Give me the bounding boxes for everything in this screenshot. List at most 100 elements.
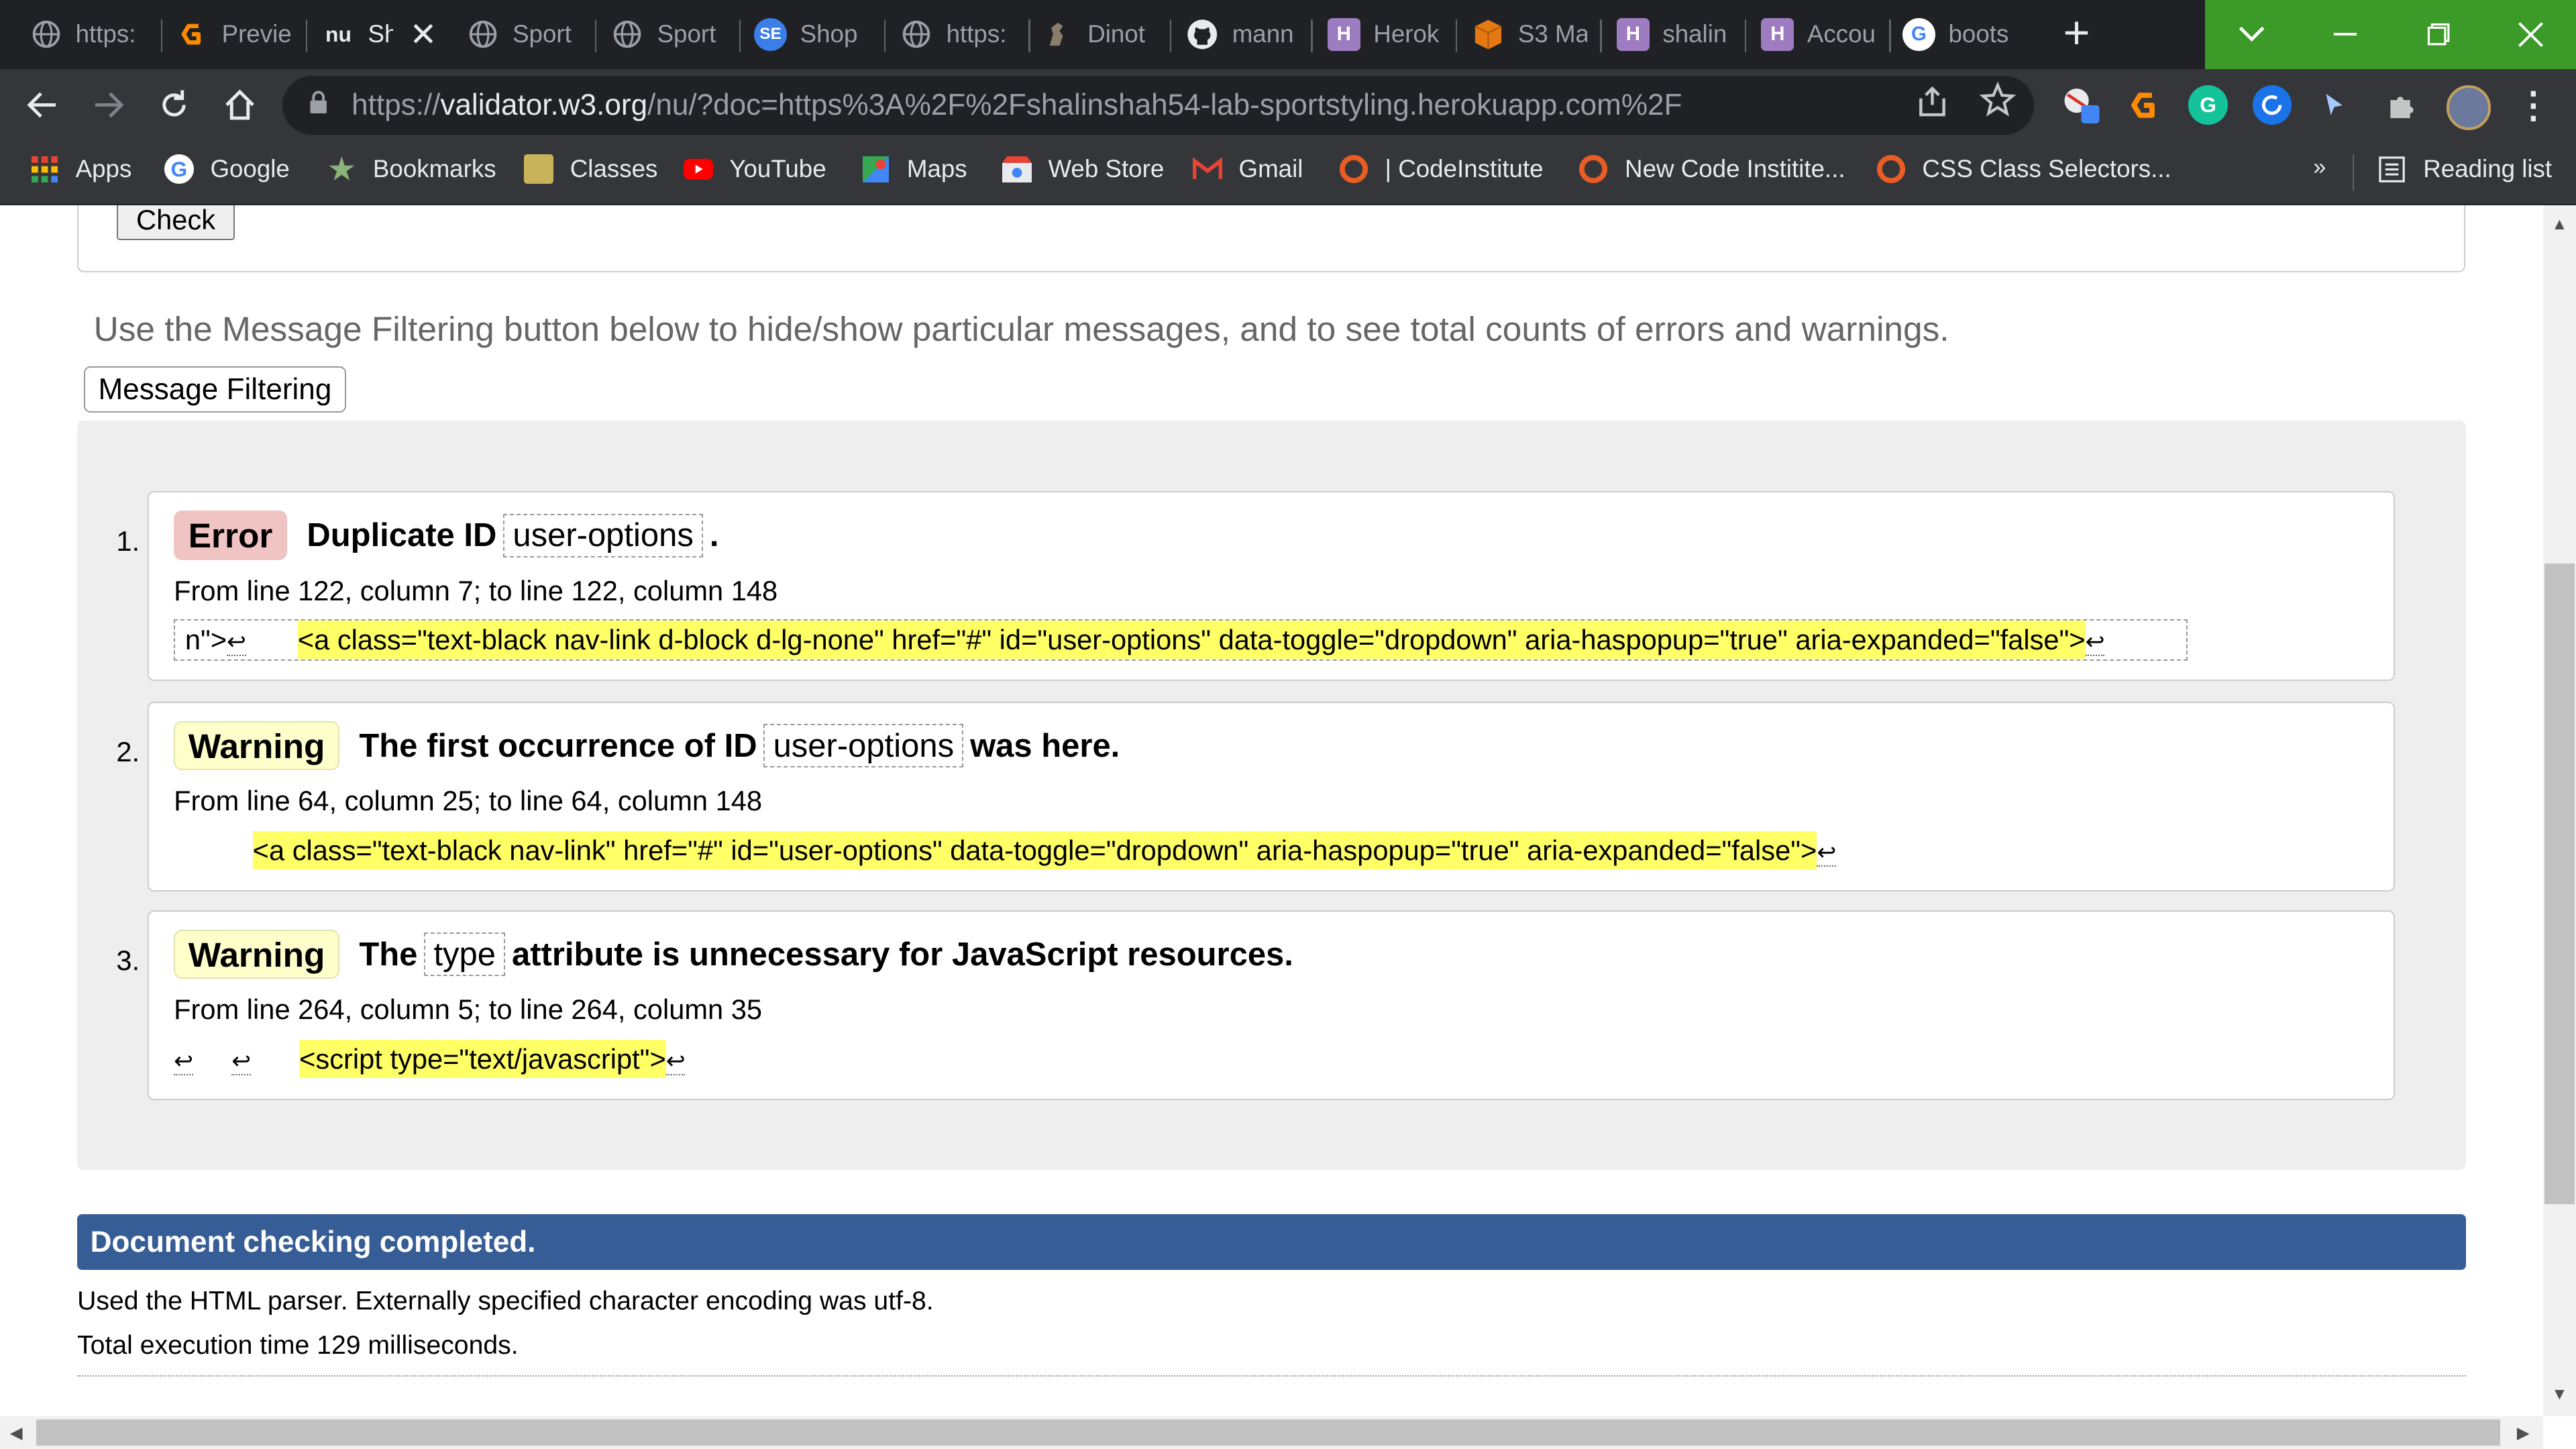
bookmarks-overflow-button[interactable]: » (2313, 154, 2326, 180)
google-icon: G (164, 154, 194, 184)
bookmark-star-icon[interactable] (1979, 81, 2017, 127)
bookmark-classes[interactable]: Classes (524, 154, 657, 184)
tab-1[interactable]: https: (30, 7, 144, 62)
refresh-extension-icon[interactable] (2252, 85, 2292, 125)
message-text: The first occurrence of ID (359, 727, 757, 764)
filter-help-text: Use the Message Filtering button below t… (93, 309, 1949, 349)
reload-button[interactable] (151, 82, 197, 128)
code-extract: n">↩ <a class="text-black nav-link d-blo… (174, 619, 2188, 661)
menu-kebab-icon[interactable]: ⋮ (2514, 85, 2553, 125)
close-window-button[interactable] (2485, 0, 2576, 69)
url-text[interactable]: https://validator.w3.org/nu/?doc=https%3… (352, 89, 1682, 122)
tab-title: https: (75, 20, 136, 48)
checking-completed-banner: Document checking completed. (77, 1214, 2466, 1271)
scroll-down-arrow-icon[interactable]: ▼ (2551, 1385, 2567, 1404)
tab-separator (1889, 19, 1891, 53)
shop-icon: SE (754, 17, 788, 51)
extensions-puzzle-icon[interactable] (2382, 85, 2422, 125)
tab-11[interactable]: S3 Ma (1472, 7, 1587, 62)
new-tab-button[interactable]: + (2052, 9, 2101, 59)
close-icon (2518, 21, 2544, 47)
minimize-button[interactable] (2298, 0, 2392, 69)
scroll-up-arrow-icon[interactable]: ▲ (2551, 215, 2567, 234)
grammarly-extension-icon[interactable]: G (2188, 85, 2228, 125)
scroll-right-arrow-icon[interactable]: ▶ (2517, 1423, 2530, 1443)
gitpod-icon (176, 18, 209, 51)
bookmark-codeinstitute[interactable]: | CodeInstitute (1339, 154, 1544, 184)
gitpod-extension-icon[interactable] (2125, 85, 2164, 125)
lock-icon[interactable] (309, 91, 328, 113)
scroll-left-arrow-icon[interactable]: ◀ (10, 1423, 23, 1443)
tab-14[interactable]: G boots (1902, 7, 2017, 62)
bookmark-youtube[interactable]: YouTube (683, 154, 826, 184)
arrow-left-icon (27, 92, 56, 118)
tab-3-active[interactable]: nu Sh ✕ (322, 7, 437, 62)
tab-title: Shop (800, 20, 858, 48)
bookmark-maps[interactable]: Maps (861, 154, 967, 184)
tab-4[interactable]: Sport (467, 7, 582, 62)
bookmark-css-class-selectors[interactable]: CSS Class Selectors... (1876, 154, 2171, 184)
message-number: 2. (116, 735, 140, 767)
results-panel: 1. Error Duplicate ID user-options . Fro… (77, 420, 2466, 1170)
warning-badge: Warning (174, 720, 339, 771)
tab-5[interactable]: Sport (611, 7, 726, 62)
message-filtering-button[interactable]: Message Filtering (83, 366, 346, 413)
tab-title: Sh (368, 20, 393, 48)
profile-extension-icon[interactable] (2061, 85, 2101, 125)
tab-10[interactable]: H Herok (1327, 7, 1442, 62)
warning-message: 2. Warning The first occurrence of ID us… (116, 701, 2395, 892)
globe-icon (900, 18, 933, 51)
bookmark-web-store[interactable]: Web Store (1002, 154, 1164, 184)
reading-list-button[interactable]: Reading list (2377, 154, 2552, 184)
return-glyph: ↩ (231, 1048, 251, 1075)
bookmark-google[interactable]: G Google (164, 154, 290, 184)
message-number: 3. (116, 944, 140, 976)
highlighted-code: <a class="text-black nav-link d-block d-… (297, 620, 2086, 659)
bookmark-bookmarks[interactable]: ★ Bookmarks (327, 153, 496, 186)
vertical-scrollbar[interactable]: ▲ ▼ (2543, 205, 2576, 1417)
horizontal-scrollbar[interactable]: ◀ ▶ (0, 1416, 2544, 1449)
tab-title: Herok (1373, 20, 1440, 48)
reload-icon (162, 90, 186, 117)
tab-12[interactable]: H shalin (1616, 7, 1731, 62)
message-code: type (424, 932, 506, 976)
tab-7[interactable]: https: (900, 7, 1015, 62)
check-form-box (77, 205, 2466, 273)
bookmarks-divider (2352, 154, 2355, 191)
forward-button[interactable] (85, 82, 131, 128)
check-button[interactable]: Check (116, 205, 235, 240)
bookmark-new-code-institute[interactable]: New Code Institite... (1578, 154, 1845, 184)
tab-title: shalin (1662, 20, 1727, 48)
warning-message: 3. Warning The type attribute is unneces… (116, 910, 2395, 1100)
gmail-icon (1192, 154, 1223, 184)
error-badge: Error (174, 511, 287, 560)
tab-search-button[interactable] (2204, 0, 2299, 69)
avatar[interactable] (2446, 85, 2491, 131)
completed-text: Document checking completed. (90, 1225, 536, 1258)
message-code: user-options (503, 513, 704, 557)
tab-8[interactable]: Dinot (1042, 7, 1157, 62)
error-message: 1. Error Duplicate ID user-options . Fro… (116, 491, 2395, 682)
bookmark-apps[interactable]: Apps (30, 154, 131, 184)
restore-icon (2428, 23, 2450, 46)
tab-title: Dinot (1087, 20, 1145, 48)
tab-title: S3 Ma (1517, 20, 1587, 48)
tab-2[interactable]: Previe (176, 7, 290, 62)
home-button[interactable] (217, 82, 263, 128)
message-code: user-options (763, 724, 964, 767)
tab-6[interactable]: SE Shop (754, 7, 869, 62)
close-tab-icon[interactable]: ✕ (409, 15, 437, 54)
tab-9[interactable]: mann (1186, 7, 1301, 62)
address-bar[interactable]: https://validator.w3.org/nu/?doc=https%3… (282, 75, 2034, 135)
back-button[interactable] (19, 82, 66, 128)
tab-title: mann (1232, 20, 1294, 48)
horizontal-scroll-thumb[interactable] (36, 1419, 2501, 1446)
return-glyph: ↩ (227, 629, 246, 656)
bookmark-gmail[interactable]: Gmail (1192, 154, 1303, 184)
restore-button[interactable] (2392, 0, 2486, 69)
share-icon[interactable] (1916, 85, 1949, 126)
vertical-scroll-thumb[interactable] (2544, 564, 2575, 1205)
codeinstitute-icon (1578, 154, 1608, 184)
cursor-extension-icon[interactable] (2315, 85, 2355, 125)
tab-13[interactable]: H Accou (1761, 7, 1876, 62)
